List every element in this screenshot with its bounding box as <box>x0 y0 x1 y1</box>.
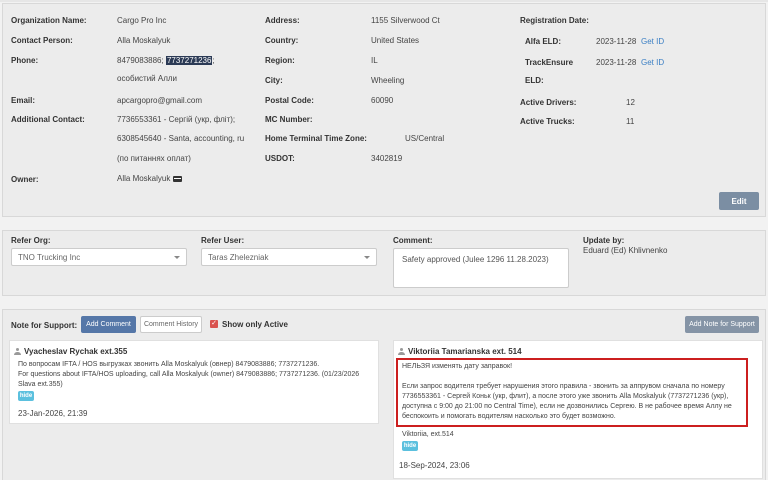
comment-label: Comment: <box>393 236 433 245</box>
postal-code-label: Postal Code: <box>265 96 314 105</box>
org-name-value: Cargo Pro Inc <box>117 16 167 25</box>
show-only-active-checkbox[interactable]: ✓ <box>210 320 218 328</box>
note-card: Viktoriia Tamarianska ext. 514 НЕЛЬЗЯ из… <box>393 340 763 479</box>
org-name-label: Organization Name: <box>11 16 87 25</box>
country-value: United States <box>371 36 420 45</box>
update-by-value: Eduard (Ed) Khlivnenko <box>583 246 668 255</box>
user-icon <box>398 348 405 355</box>
mc-number-label: MC Number: <box>265 115 313 124</box>
trackensure-get-id-link[interactable]: Get ID <box>641 58 664 67</box>
note-author: Vyacheslav Rychak ext.355 <box>14 347 127 356</box>
hide-badge[interactable]: hide <box>402 441 418 451</box>
note-card: Vyacheslav Rychak ext.355 По вопросам IF… <box>9 340 379 424</box>
user-icon <box>14 348 21 355</box>
additional-contact-label: Additional Contact: <box>11 115 85 124</box>
terminal-timezone-value: US/Central <box>405 134 445 143</box>
note-line-2: For questions about IFTA/HOS uploading, … <box>18 371 360 378</box>
edit-button[interactable]: Edit <box>719 192 759 210</box>
note-author: Viktoriia Tamarianska ext. 514 <box>398 347 522 356</box>
chevron-down-icon <box>174 256 180 259</box>
active-trucks-value: 11 <box>626 117 635 126</box>
alfa-eld-date: 2023-11-28 <box>596 37 637 46</box>
contact-label: Contact Person: <box>11 36 73 45</box>
phone-note: особистий Алли <box>117 74 178 83</box>
region-label: Region: <box>265 56 295 65</box>
comment-history-button[interactable]: Comment History <box>140 316 202 333</box>
alfa-eld-label: Alfa ELD: <box>525 37 561 46</box>
country-label: Country: <box>265 36 299 45</box>
active-trucks-label: Active Trucks: <box>520 117 575 126</box>
address-value: 1155 Silverwood Ct <box>371 16 440 25</box>
contact-value: Alla Moskalyuk <box>117 36 171 45</box>
note-warning: НЕЛЬЗЯ изменять дату заправок! <box>402 363 513 370</box>
phone-label: Phone: <box>11 56 39 65</box>
update-by-label: Update by: <box>583 236 625 245</box>
refer-org-select[interactable]: TNO Trucking Inc <box>11 248 187 266</box>
active-drivers-label: Active Drivers: <box>520 98 577 107</box>
refer-user-value: Taras Zhelezniak <box>208 252 269 262</box>
note-body: Если запрос водителя требует нарушения э… <box>402 383 732 420</box>
refer-panel: Refer Org: TNO Trucking Inc Refer User: … <box>2 230 766 296</box>
note-author-name: Viktoriia Tamarianska ext. 514 <box>408 347 522 356</box>
owner-label: Owner: <box>11 175 39 184</box>
trackensure-label: TrackEnsure <box>525 58 574 67</box>
city-label: City: <box>265 76 283 85</box>
email-label: Email: <box>11 96 36 105</box>
usdot-label: USDOT: <box>265 154 295 163</box>
postal-code-value: 60090 <box>371 96 394 105</box>
trackensure-eld-label: ELD: <box>525 76 544 85</box>
note-date: 23-Jan-2026, 21:39 <box>18 409 88 418</box>
active-drivers-value: 12 <box>626 98 635 107</box>
owner-name: Alla Moskalyuk <box>117 174 171 183</box>
note-line-1: По вопросам IFTA / HOS выгрузках звонить… <box>18 361 320 368</box>
terminal-timezone-label: Home Terminal Time Zone: <box>265 134 367 143</box>
address-label: Address: <box>265 16 300 25</box>
comment-textarea[interactable]: Safety approved (Julee 1296 11.28.2023) <box>393 248 569 288</box>
id-card-icon[interactable] <box>173 176 183 182</box>
refer-org-value: TNO Trucking Inc <box>18 252 81 262</box>
chevron-down-icon <box>364 256 370 259</box>
top-strip <box>0 0 768 2</box>
email-value: apcargopro@gmail.com <box>117 96 203 105</box>
add-note-button[interactable]: Add Note for Support <box>685 316 759 333</box>
refer-user-label: Refer User: <box>201 236 245 245</box>
add-comment-button[interactable]: Add Comment <box>81 316 136 333</box>
refer-org-label: Refer Org: <box>11 236 51 245</box>
phone-separator: ; <box>212 56 215 65</box>
note-line-3: Slava ext.355) <box>18 381 63 388</box>
note-author-name: Vyacheslav Rychak ext.355 <box>24 347 128 356</box>
city-value: Wheeling <box>371 76 405 85</box>
trackensure-date: 2023-11-28 <box>596 58 637 67</box>
alfa-get-id-link[interactable]: Get ID <box>641 37 664 46</box>
refer-user-select[interactable]: Taras Zhelezniak <box>201 248 377 266</box>
phone-selected[interactable]: 7737271236 <box>165 56 213 65</box>
additional-contact-1: 7736553361 - Сергій (укр, фліт); <box>117 115 236 124</box>
note-date: 18-Sep-2024, 23:06 <box>399 461 470 470</box>
owner-value: Alla Moskalyuk <box>117 174 183 183</box>
organization-panel: Organization Name: Cargo Pro Inc Contact… <box>2 3 766 217</box>
show-only-active-label[interactable]: Show only Active <box>222 320 288 329</box>
additional-contact-2: 6308545640 - Santa, accounting, ru <box>117 134 245 143</box>
additional-contact-3: (по питаннях оплат) <box>117 154 191 163</box>
note-signature: Viktoriia, ext.514 <box>402 431 454 438</box>
usdot-value: 3402819 <box>371 154 403 163</box>
region-value: IL <box>371 56 378 65</box>
support-title: Note for Support: <box>11 321 78 330</box>
phone-value: 8479083886; 7737271236; <box>117 56 215 65</box>
phone-primary: 8479083886; <box>117 56 164 65</box>
support-panel: Note for Support: Add Comment Comment Hi… <box>2 309 766 480</box>
hide-badge[interactable]: hide <box>18 391 34 401</box>
registration-date-label: Registration Date: <box>520 16 589 25</box>
